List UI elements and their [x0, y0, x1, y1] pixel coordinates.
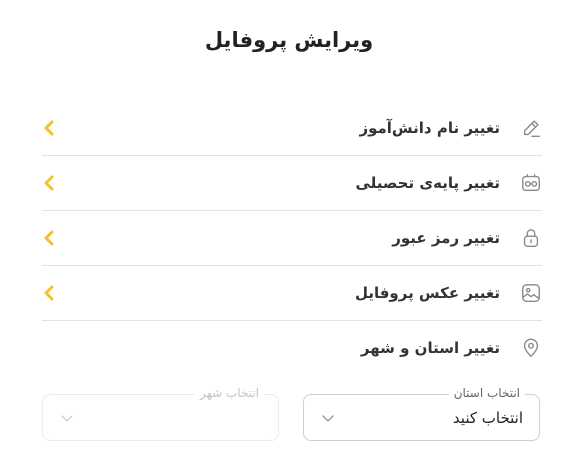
menu-item-label: تغییر استان و شهر [360, 339, 500, 357]
pencil-icon [520, 117, 542, 139]
chevron-left-icon [42, 284, 56, 302]
chevron-down-icon [320, 412, 336, 424]
menu-item-label: تغییر نام دانش‌آموز [359, 119, 500, 137]
edit-profile-page: ویرایش پروفایل تغییر نام دانش‌آموز [0, 0, 578, 471]
menu-item-label: تغییر پایه‌ی تحصیلی [355, 174, 500, 192]
chevron-down-icon [59, 412, 75, 424]
province-select[interactable]: انتخاب استان انتخاب کنید [303, 386, 540, 441]
city-select-label: انتخاب شهر [194, 386, 264, 400]
menu-item-label: تغییر رمز عبور [392, 229, 500, 247]
page-title: ویرایش پروفایل [204, 28, 374, 52]
location-pin-icon [520, 337, 542, 359]
menu-item-change-location[interactable]: تغییر استان و شهر [42, 321, 542, 375]
province-select-value: انتخاب کنید [452, 409, 523, 427]
menu-item-change-photo[interactable]: تغییر عکس پروفایل [42, 266, 542, 321]
city-select[interactable]: انتخاب شهر [42, 386, 279, 441]
chevron-left-icon [42, 174, 56, 192]
profile-menu: تغییر نام دانش‌آموز تغییر پایه‌ی تحصیلی [42, 101, 542, 375]
menu-item-change-password[interactable]: تغییر رمز عبور [42, 211, 542, 266]
chevron-left-icon [42, 119, 56, 137]
grade-icon [520, 172, 542, 194]
menu-item-change-grade[interactable]: تغییر پایه‌ی تحصیلی [42, 156, 542, 211]
lock-icon [520, 227, 542, 249]
menu-item-label: تغییر عکس پروفایل [354, 284, 500, 302]
chevron-left-icon [42, 229, 56, 247]
menu-item-change-name[interactable]: تغییر نام دانش‌آموز [42, 101, 542, 156]
image-icon [520, 282, 542, 304]
